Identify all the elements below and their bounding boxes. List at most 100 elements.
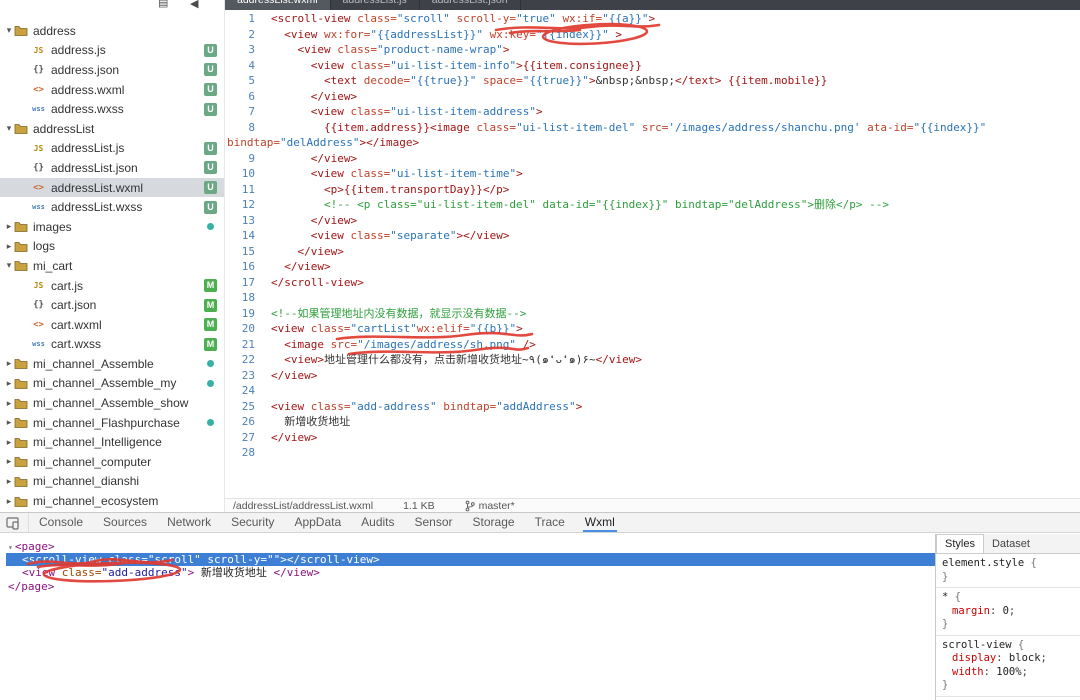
code-line[interactable]: 24	[225, 383, 1080, 399]
file-row[interactable]: <> address.wxml U	[0, 80, 224, 100]
wxml-tree-row[interactable]: ▾ <page>	[6, 540, 935, 553]
expand-arrow-icon[interactable]: ▸	[4, 241, 14, 252]
expander-icon[interactable]: ▾	[8, 543, 13, 552]
expand-arrow-icon[interactable]: ▸	[4, 221, 14, 232]
expand-arrow-icon[interactable]: ▸	[4, 496, 14, 507]
code-editor[interactable]: 1 <scroll-view class="scroll" scroll-y="t…	[225, 10, 1080, 498]
expand-arrow-icon[interactable]: ▾	[4, 25, 14, 36]
devtools-tab-console[interactable]: Console	[37, 513, 85, 532]
wxml-tree-row[interactable]: <view class="add-address"> 新增收货地址 </view…	[6, 566, 935, 579]
file-row[interactable]: <> cart.wxml M	[0, 315, 224, 335]
file-row[interactable]: JS address.js U	[0, 41, 224, 61]
file-row[interactable]: JS cart.js M	[0, 276, 224, 296]
file-row[interactable]: {} addressList.json U	[0, 158, 224, 178]
folder-row[interactable]: ▸ mi_channel_Assemble_my	[0, 374, 224, 394]
file-row[interactable]: JS addressList.js U	[0, 139, 224, 159]
folder-row[interactable]: ▸ mi_channel_Flashpurchase	[0, 413, 224, 433]
code-line[interactable]: 22 <view>地址管理什么都没有，点击新增收货地址~٩(๑❛ᴗ❛๑)۶~</…	[225, 352, 1080, 368]
code-line[interactable]: 1 <scroll-view class="scroll" scroll-y="t…	[225, 11, 1080, 27]
code-line[interactable]: 19 <!--如果管理地址内没有数据，就显示没有数据-->	[225, 306, 1080, 322]
code-line[interactable]: 23 </view>	[225, 368, 1080, 384]
modified-dot	[207, 379, 214, 387]
folder-row[interactable]: ▸ mi_channel_Assemble	[0, 354, 224, 374]
code-line[interactable]: 11 <p>{{item.transportDay}}</p>	[225, 182, 1080, 198]
file-row[interactable]: {} address.json U	[0, 60, 224, 80]
folder-row[interactable]: ▸ images	[0, 217, 224, 237]
code-line[interactable]: 17 </scroll-view>	[225, 275, 1080, 291]
expand-arrow-icon[interactable]: ▾	[4, 260, 14, 271]
collapse-sidebar-icon[interactable]: ◀	[190, 0, 198, 10]
inspect-device-icon[interactable]	[0, 513, 29, 532]
code-line[interactable]: 6 </view>	[225, 89, 1080, 105]
code-line[interactable]: 25 <view class="add-address" bindtap="add…	[225, 399, 1080, 415]
devtools-tab-sources[interactable]: Sources	[101, 513, 149, 532]
code-line[interactable]: 15 </view>	[225, 244, 1080, 260]
styles-tab-dataset[interactable]: Dataset	[984, 534, 1038, 553]
code-line[interactable]: 26 新增收货地址	[225, 414, 1080, 430]
expand-arrow-icon[interactable]: ▸	[4, 417, 14, 428]
folder-row[interactable]: ▸ mi_channel_computer	[0, 452, 224, 472]
styles-tab-styles[interactable]: Styles	[936, 534, 984, 553]
css-rule[interactable]: * {margin: 0;}	[936, 588, 1080, 636]
folder-row[interactable]: ▸ mi_channel_ecosystem	[0, 491, 224, 511]
devtools-tab-sensor[interactable]: Sensor	[413, 513, 455, 532]
outline-icon[interactable]: ▤	[158, 0, 168, 9]
file-row[interactable]: wss address.wxss U	[0, 99, 224, 119]
code-line[interactable]: 28	[225, 445, 1080, 461]
file-row[interactable]: <> addressList.wxml U	[0, 177, 224, 198]
devtools-tab-network[interactable]: Network	[165, 513, 213, 532]
folder-row[interactable]: ▾ addressList	[0, 119, 224, 139]
devtools-tab-security[interactable]: Security	[229, 513, 276, 532]
file-row[interactable]: wss addressList.wxss U	[0, 197, 224, 217]
editor-tab[interactable]: addressList.wxml	[225, 0, 331, 10]
code-line[interactable]: 9 </view>	[225, 151, 1080, 167]
code-line[interactable]: 3 <view class="product-name-wrap">	[225, 42, 1080, 58]
file-row[interactable]: {} cart.json M	[0, 295, 224, 315]
folder-row[interactable]: ▸ mi_channel_dianshi	[0, 472, 224, 492]
folder-row[interactable]: ▸ logs	[0, 237, 224, 257]
line-number: 17	[241, 275, 255, 289]
expand-arrow-icon[interactable]: ▸	[4, 398, 14, 409]
code-line[interactable]: 7 <view class="ui-list-item-address">	[225, 104, 1080, 120]
code-line[interactable]: 4 <view class="ui-list-item-info">{{item…	[225, 58, 1080, 74]
folder-row[interactable]: ▸ mi_channel_Intelligence	[0, 432, 224, 452]
expand-arrow-icon[interactable]: ▸	[4, 358, 14, 369]
editor-tab[interactable]: addressList.json	[419, 0, 521, 10]
code-line[interactable]: 12 <!-- <p class="ui-list-item-del" data…	[225, 197, 1080, 213]
git-branch-group[interactable]: master*	[465, 500, 515, 512]
code-line[interactable]: bindtap="delAddress"></image>	[225, 135, 1080, 151]
folder-row[interactable]: ▸ mi_channel_Assemble_show	[0, 393, 224, 413]
code-line[interactable]: 21 <image src="/images/address/sh.png" /…	[225, 337, 1080, 353]
code-line[interactable]: 27 </view>	[225, 430, 1080, 446]
line-number: 28	[241, 446, 255, 459]
code-line[interactable]: 2 <view wx:for="{{addressList}}" wx:key=…	[225, 27, 1080, 43]
code-line[interactable]: 5 <text decode="{{true}}" space="{{true}…	[225, 73, 1080, 89]
devtools-tab-trace[interactable]: Trace	[533, 513, 567, 532]
code-line[interactable]: 18	[225, 290, 1080, 306]
devtools-tab-audits[interactable]: Audits	[359, 513, 396, 532]
code-line[interactable]: 8 {{item.address}}<image class="ui-list-…	[225, 120, 1080, 136]
line-number: 27	[241, 430, 255, 444]
devtools-tab-wxml[interactable]: Wxml	[582, 513, 617, 532]
expand-arrow-icon[interactable]: ▸	[4, 378, 14, 389]
devtools-tab-appdata[interactable]: AppData	[292, 513, 343, 532]
folder-row[interactable]: ▾ address	[0, 21, 224, 41]
wxml-tree-row[interactable]: </page>	[6, 580, 935, 593]
expand-arrow-icon[interactable]: ▸	[4, 456, 14, 467]
expand-arrow-icon[interactable]: ▾	[4, 123, 14, 134]
css-rule[interactable]: element.style {}	[936, 554, 1080, 588]
expand-arrow-icon[interactable]: ▸	[4, 476, 14, 487]
code-line[interactable]: 14 <view class="separate"></view>	[225, 228, 1080, 244]
line-number: 3	[248, 43, 255, 56]
editor-tab[interactable]: addressList.js	[330, 0, 420, 10]
devtools-tab-storage[interactable]: Storage	[471, 513, 517, 532]
file-row[interactable]: wss cart.wxss M	[0, 335, 224, 355]
code-line[interactable]: 13 </view>	[225, 213, 1080, 229]
code-line[interactable]: 16 </view>	[225, 259, 1080, 275]
code-line[interactable]: 20 <view class="cartList"wx:elif="{{b}}">	[225, 321, 1080, 337]
css-rule[interactable]: scroll-view {display: block; width: 100%;…	[936, 636, 1080, 697]
expand-arrow-icon[interactable]: ▸	[4, 437, 14, 448]
wxml-tree-row[interactable]: <scroll-view class="scroll" scroll-y="">…	[6, 553, 935, 567]
folder-row[interactable]: ▾ mi_cart	[0, 256, 224, 276]
code-line[interactable]: 10 <view class="ui-list-item-time">	[225, 166, 1080, 182]
